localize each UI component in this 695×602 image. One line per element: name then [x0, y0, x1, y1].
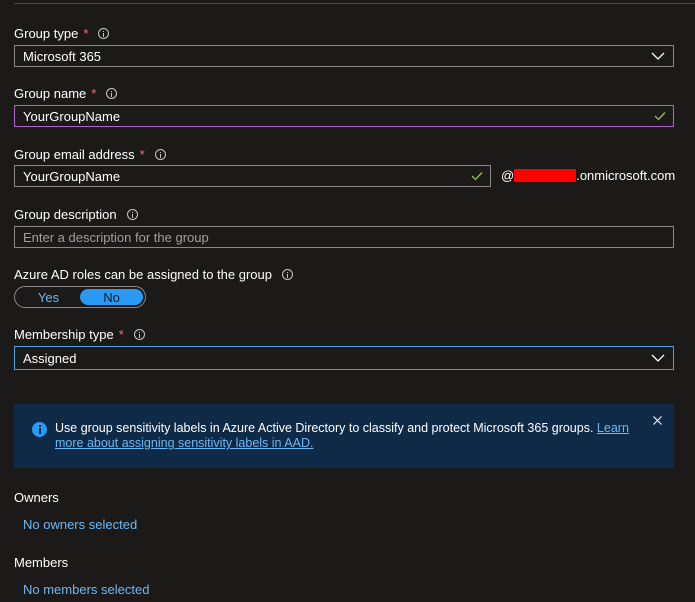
azure-ad-roles-label: Azure AD roles can be assigned to the gr… [14, 267, 293, 282]
group-description-input[interactable]: Enter a description for the group [14, 226, 674, 248]
required-mark: * [91, 86, 97, 101]
info-icon[interactable] [98, 28, 110, 39]
group-description-placeholder: Enter a description for the group [23, 229, 209, 245]
toggle-yes-option[interactable]: Yes [17, 289, 80, 305]
checkmark-icon [471, 172, 483, 181]
group-email-value: YourGroupName [23, 168, 121, 184]
new-group-form: Group type * Microsoft 365 Group name * … [0, 0, 695, 602]
membership-type-dropdown[interactable]: Assigned [14, 346, 674, 370]
toggle-no-option[interactable]: No [80, 289, 143, 305]
group-name-label: Group name * [14, 86, 118, 101]
info-icon[interactable] [133, 329, 145, 340]
checkmark-icon [654, 112, 666, 121]
info-icon [32, 422, 47, 437]
required-mark: * [83, 26, 89, 41]
membership-type-value: Assigned [23, 350, 77, 366]
members-label: Members [14, 555, 69, 570]
group-name-value: YourGroupName [23, 108, 121, 124]
owners-link[interactable]: No owners selected [23, 517, 137, 532]
info-icon[interactable] [154, 149, 166, 160]
group-type-label: Group type * [14, 26, 110, 41]
group-type-dropdown[interactable]: Microsoft 365 [14, 45, 674, 67]
sensitivity-labels-banner: Use group sensitivity labels in Azure Ac… [14, 404, 674, 468]
group-name-input[interactable]: YourGroupName [14, 105, 674, 127]
info-icon[interactable] [106, 88, 118, 99]
group-description-label: Group description [14, 207, 138, 222]
group-email-label: Group email address * [14, 147, 166, 162]
group-type-value: Microsoft 365 [23, 48, 102, 64]
redacted-tenant [514, 169, 577, 182]
azure-ad-roles-toggle[interactable]: Yes No [14, 286, 146, 308]
email-domain: @ .onmicrosoft.com [501, 168, 675, 183]
members-link[interactable]: No members selected [23, 582, 149, 597]
domain-suffix: .onmicrosoft.com [576, 168, 676, 183]
info-icon[interactable] [126, 209, 138, 220]
at-sign: @ [501, 168, 515, 183]
chevron-down-icon [651, 52, 665, 60]
top-divider [14, 3, 695, 4]
chevron-down-icon [651, 354, 665, 362]
required-mark: * [118, 327, 124, 342]
info-icon[interactable] [282, 269, 293, 280]
required-mark: * [139, 147, 145, 162]
close-icon[interactable] [653, 416, 662, 425]
group-email-input[interactable]: YourGroupName [14, 165, 491, 187]
banner-message: Use group sensitivity labels in Azure Ac… [55, 421, 629, 450]
membership-type-label: Membership type * [14, 327, 145, 342]
owners-label: Owners [14, 490, 59, 505]
